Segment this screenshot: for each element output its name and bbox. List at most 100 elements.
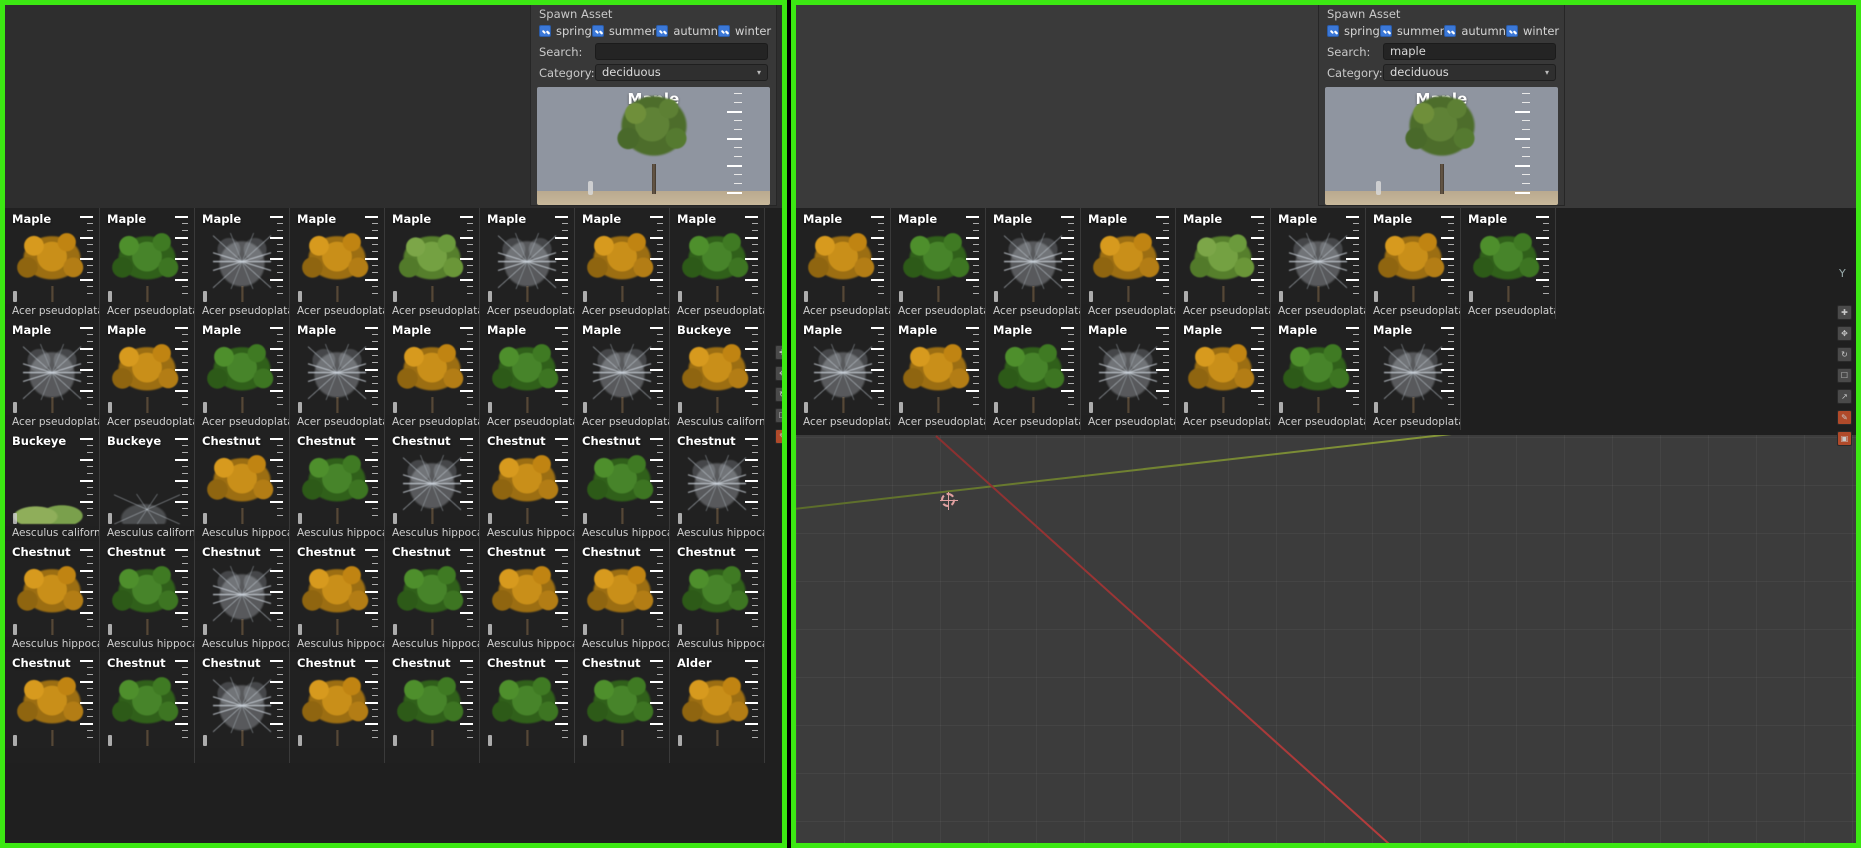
asset-tile[interactable]: Maple Acer pseudoplatan… [1176, 319, 1271, 430]
asset-tile[interactable]: Maple Acer pseudoplatan… [100, 208, 195, 319]
asset-tile[interactable]: Maple Acer pseudoplatan… [5, 319, 100, 430]
left-pane-side-toolbar[interactable]: ✚ ✥ ↻ ☐ ✎ [775, 345, 782, 444]
asset-tile[interactable]: Chestnut Aesculus hippocast… [385, 430, 480, 541]
season-checkbox-autumn[interactable]: autumn [1444, 24, 1506, 38]
asset-tile[interactable]: Maple Acer pseudoplatan… [891, 319, 986, 430]
add-cube-tool-icon[interactable]: ▣ [1837, 431, 1852, 446]
asset-thumbnail-grid-right[interactable]: Maple Acer pseudoplatan… Maple Acer pseudop… [796, 208, 1856, 435]
asset-tile[interactable]: Maple Acer pseudoplatan… [1081, 208, 1176, 319]
scale-tool-icon[interactable]: ☐ [775, 408, 782, 423]
asset-tile[interactable]: Chestnut [290, 652, 385, 763]
asset-tile[interactable]: Maple Acer pseudoplatan… [385, 319, 480, 430]
asset-tile[interactable]: Buckeye Aesculus californica… [670, 319, 765, 430]
checkbox-box-summer[interactable] [591, 25, 604, 37]
asset-tile[interactable]: Maple Acer pseudoplatan… [5, 208, 100, 319]
measure-tool-icon[interactable]: ↗ [1837, 389, 1852, 404]
asset-tile[interactable]: Maple Acer pseudoplatan… [891, 208, 986, 319]
asset-tile[interactable]: Maple Acer pseudoplatan… [195, 208, 290, 319]
asset-tile[interactable]: Chestnut [575, 652, 670, 763]
season-checkbox-winter[interactable]: winter [717, 24, 771, 38]
asset-tile[interactable]: Maple Acer pseudoplatan… [1271, 208, 1366, 319]
asset-preview-left[interactable]: Maple [537, 87, 770, 205]
cursor-tool-icon[interactable]: ✚ [775, 345, 782, 360]
asset-tile[interactable]: Chestnut Aesculus hippocast… [385, 541, 480, 652]
asset-tile[interactable]: Chestnut Aesculus hippocast… [290, 541, 385, 652]
asset-tile[interactable]: Chestnut Aesculus hippocast… [195, 541, 290, 652]
season-checkbox-summer[interactable]: summer [591, 24, 656, 38]
asset-tile[interactable]: Maple Acer pseudoplatan… [670, 208, 765, 319]
asset-tile[interactable]: Chestnut Aesculus hippocast… [575, 430, 670, 541]
asset-tile[interactable]: Chestnut [195, 652, 290, 763]
category-select[interactable]: deciduous ▾ [595, 64, 768, 81]
season-checkbox-winter[interactable]: winter [1505, 24, 1559, 38]
checkbox-box-autumn[interactable] [656, 25, 669, 37]
asset-tile[interactable]: Chestnut Aesculus hippocast… [100, 541, 195, 652]
category-select[interactable]: deciduous ▾ [1383, 64, 1556, 81]
rotate-tool-icon[interactable]: ↻ [775, 387, 782, 402]
asset-tile[interactable]: Chestnut Aesculus hippocast… [670, 430, 765, 541]
checkbox-box-winter[interactable] [1505, 25, 1518, 37]
search-input[interactable] [595, 43, 768, 60]
spawn-asset-panel-left[interactable]: Spawn Asset spring summer autumn winter [530, 5, 777, 206]
asset-tile[interactable]: Chestnut [100, 652, 195, 763]
asset-tile[interactable]: Buckeye Aesculus californica… [100, 430, 195, 541]
move-tool-icon[interactable]: ✥ [775, 366, 782, 381]
asset-tile[interactable]: Chestnut Aesculus hippocast… [195, 430, 290, 541]
asset-tile[interactable]: Alder [670, 652, 765, 763]
spawn-asset-panel-right[interactable]: Spawn Asset spring summer autumn winter [1318, 5, 1565, 206]
asset-tile[interactable]: Maple Acer pseudoplatan… [1366, 208, 1461, 319]
asset-species-caption: Acer pseudoplatan… [100, 304, 194, 319]
asset-tile[interactable]: Maple Acer pseudoplatan… [796, 319, 891, 430]
asset-tile[interactable]: Maple Acer pseudoplatan… [100, 319, 195, 430]
asset-preview-right[interactable]: Maple [1325, 87, 1558, 205]
scale-tool-icon[interactable]: ☐ [1837, 368, 1852, 383]
right-pane-side-toolbar[interactable]: ✚ ✥ ↻ ☐ ↗ ✎ ▣ [1837, 305, 1852, 446]
move-tool-icon[interactable]: ✥ [1837, 326, 1852, 341]
annotate-tool-icon[interactable]: ✎ [775, 429, 782, 444]
asset-tile[interactable]: Chestnut Aesculus hippocast… [5, 541, 100, 652]
checkbox-box-spring[interactable] [539, 25, 551, 37]
asset-tile[interactable]: Maple Acer pseudoplatan… [575, 319, 670, 430]
asset-tile[interactable]: Maple Acer pseudoplatan… [480, 319, 575, 430]
season-checkbox-spring[interactable]: spring [1327, 24, 1380, 38]
asset-tile[interactable]: Maple Acer pseudoplatan… [480, 208, 575, 319]
cursor-tool-icon[interactable]: ✚ [1837, 305, 1852, 320]
checkbox-box-summer[interactable] [1379, 25, 1392, 37]
asset-tile[interactable]: Maple Acer pseudoplatan… [575, 208, 670, 319]
asset-tile[interactable]: Maple Acer pseudoplatan… [1461, 208, 1556, 319]
rotate-tool-icon[interactable]: ↻ [1837, 347, 1852, 362]
asset-tile[interactable]: Maple Acer pseudoplatan… [1271, 319, 1366, 430]
season-checkbox-summer[interactable]: summer [1379, 24, 1444, 38]
checkbox-box-autumn[interactable] [1444, 25, 1457, 37]
asset-tile[interactable]: Maple Acer pseudoplatan… [796, 208, 891, 319]
asset-tile[interactable]: Chestnut Aesculus hippocast… [480, 541, 575, 652]
asset-tile[interactable]: Chestnut [5, 652, 100, 763]
annotate-tool-icon[interactable]: ✎ [1837, 410, 1852, 425]
asset-tile-name: Maple [1088, 323, 1128, 337]
asset-scale-figure [13, 513, 17, 524]
asset-tile[interactable]: Maple Acer pseudoplatan… [1081, 319, 1176, 430]
asset-tile[interactable]: Maple Acer pseudoplatan… [986, 208, 1081, 319]
asset-thumbnail-grid-left[interactable]: Maple Acer pseudoplatan… Maple Acer pseudop… [5, 208, 782, 843]
asset-tile[interactable]: Buckeye Aesculus californica… [5, 430, 100, 541]
asset-thumbnail: Maple [986, 208, 1080, 304]
asset-tile[interactable]: Maple Acer pseudoplatan… [1366, 319, 1461, 430]
asset-tile[interactable]: Chestnut Aesculus hippocast… [670, 541, 765, 652]
search-input[interactable]: maple [1383, 43, 1556, 60]
season-checkbox-autumn[interactable]: autumn [656, 24, 718, 38]
season-checkbox-spring[interactable]: spring [539, 24, 592, 38]
asset-tile[interactable]: Chestnut Aesculus hippocast… [575, 541, 670, 652]
asset-tile[interactable]: Maple Acer pseudoplatan… [195, 319, 290, 430]
asset-tile[interactable]: Maple Acer pseudoplatan… [290, 319, 385, 430]
asset-tile[interactable]: Chestnut [480, 652, 575, 763]
asset-tile[interactable]: Maple Acer pseudoplatan… [1176, 208, 1271, 319]
asset-tile[interactable]: Maple Acer pseudoplatan… [385, 208, 480, 319]
asset-tile[interactable]: Chestnut Aesculus hippocast… [290, 430, 385, 541]
asset-thumbnail: Maple [100, 208, 194, 304]
checkbox-box-winter[interactable] [717, 25, 730, 37]
asset-tile[interactable]: Chestnut [385, 652, 480, 763]
asset-tile[interactable]: Maple Acer pseudoplatan… [290, 208, 385, 319]
asset-tile[interactable]: Maple Acer pseudoplatan… [986, 319, 1081, 430]
asset-tile[interactable]: Chestnut Aesculus hippocast… [480, 430, 575, 541]
checkbox-box-spring[interactable] [1327, 25, 1339, 37]
